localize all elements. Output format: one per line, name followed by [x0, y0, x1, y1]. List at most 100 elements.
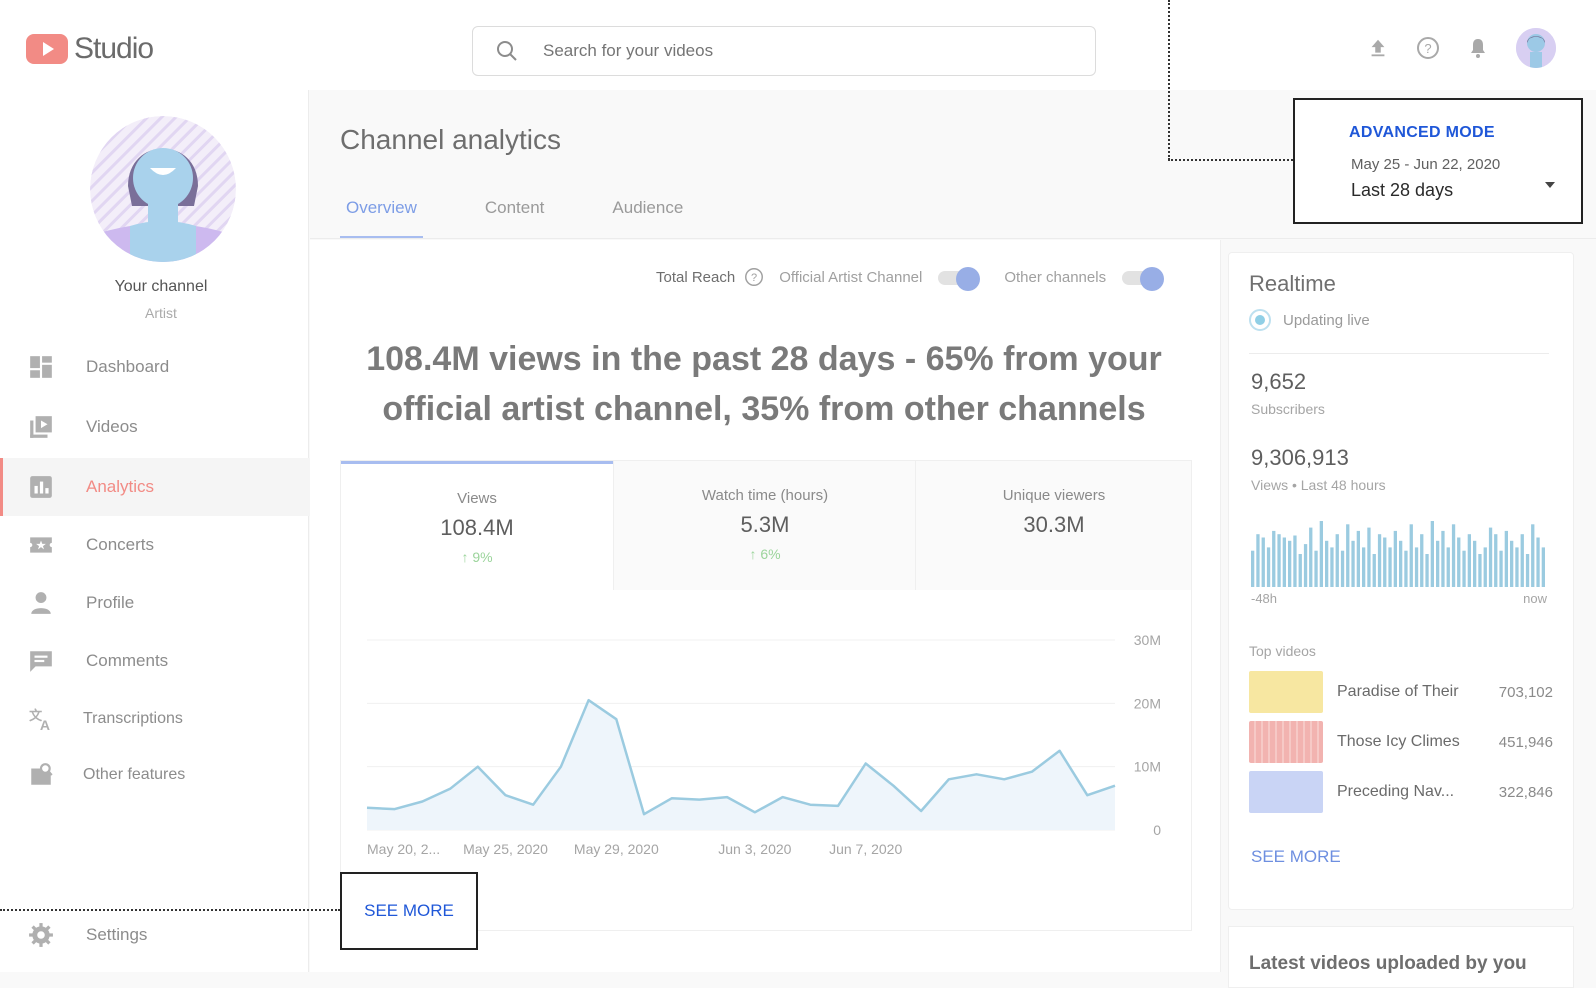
sidebar-item-label: Settings: [86, 925, 148, 944]
studio-logo[interactable]: Studio: [26, 32, 154, 66]
metric-label: Views: [457, 490, 497, 507]
official-channel-toggle[interactable]: [936, 267, 981, 291]
views-point[interactable]: [832, 800, 844, 812]
channel-avatar[interactable]: [90, 116, 236, 262]
views-point[interactable]: [804, 799, 816, 811]
metric-change-value: 6%: [760, 546, 781, 562]
search-bar[interactable]: [472, 26, 1096, 76]
sidebar-item-transcriptions[interactable]: 文A Transcriptions: [0, 690, 308, 748]
advanced-mode-link[interactable]: ADVANCED MODE: [1349, 124, 1495, 142]
help-icon[interactable]: ?: [743, 266, 765, 288]
views-chart: 0 10M 20M 30M May 20, 2... May 25, 2020 May 29…: [361, 632, 1161, 857]
dashboard-icon: [30, 356, 52, 378]
help-icon[interactable]: ?: [1416, 36, 1440, 60]
sidebar-item-profile[interactable]: Profile: [0, 574, 308, 632]
views-point[interactable]: [915, 805, 927, 817]
comment-icon: [30, 651, 52, 672]
logo-text: Studio: [74, 32, 154, 65]
live-indicator: Updating live: [1249, 309, 1370, 331]
views-point[interactable]: [1109, 780, 1121, 792]
video-library-icon: [30, 416, 52, 438]
realtime-bar: [1451, 524, 1456, 587]
realtime-bar: [1478, 554, 1482, 587]
other-channels-toggle[interactable]: [1120, 267, 1165, 291]
see-more-button[interactable]: SEE MORE: [340, 872, 478, 950]
views-point[interactable]: [887, 780, 899, 792]
views-point[interactable]: [860, 758, 872, 770]
views-point[interactable]: [666, 792, 678, 804]
metric-watch-time[interactable]: Watch time (hours) 5.3M ↑ 6%: [613, 461, 916, 591]
views-point[interactable]: [361, 802, 373, 814]
views-point[interactable]: [500, 789, 512, 801]
video-thumbnail: [1249, 721, 1323, 763]
sidebar-item-label: Comments: [86, 651, 169, 670]
realtime-bar: [1282, 537, 1286, 587]
views-point[interactable]: [472, 761, 484, 773]
sidebar-item-settings[interactable]: Settings: [0, 906, 308, 964]
upload-icon[interactable]: [1366, 36, 1390, 60]
sidebar-item-analytics[interactable]: Analytics: [0, 458, 311, 516]
views-point[interactable]: [416, 796, 428, 808]
sidebar-item-label: Videos: [86, 417, 138, 436]
metric-views[interactable]: Views 108.4M ↑ 9%: [341, 461, 613, 594]
subscribers-label: Subscribers: [1251, 401, 1325, 417]
chevron-down-icon[interactable]: [1545, 182, 1555, 188]
channel-type: Artist: [145, 305, 177, 321]
views-point[interactable]: [943, 773, 955, 785]
views-point[interactable]: [527, 799, 539, 811]
views-point[interactable]: [777, 791, 789, 803]
date-range-text: May 25 - Jun 22, 2020: [1351, 156, 1501, 173]
views-point[interactable]: [583, 694, 595, 706]
sidebar-item-videos[interactable]: Videos: [0, 398, 308, 456]
realtime-bar: [1467, 534, 1471, 587]
realtime-see-more-link[interactable]: SEE MORE: [1251, 847, 1341, 867]
tab-overview[interactable]: Overview: [340, 198, 423, 239]
realtime-bar: [1256, 534, 1260, 587]
realtime-bar: [1367, 527, 1371, 587]
metric-value: 108.4M: [440, 515, 514, 540]
sidebar-item-label: Concerts: [86, 535, 155, 554]
views-point[interactable]: [721, 791, 733, 803]
views-point[interactable]: [1026, 766, 1038, 778]
top-video-item[interactable]: Paradise of Their 703,102: [1249, 671, 1553, 713]
top-video-item[interactable]: Preceding Nav... 322,846: [1249, 771, 1553, 813]
sidebar-item-concerts[interactable]: Concerts: [0, 516, 308, 574]
metrics-row: Views 108.4M ↑ 9% Watch time (hours) 5.3…: [340, 460, 1192, 594]
views-point[interactable]: [444, 783, 456, 795]
sidebar-item-other-features[interactable]: Other features: [0, 746, 308, 804]
realtime-bar: [1314, 550, 1318, 587]
realtime-bar: [1251, 550, 1255, 587]
notifications-icon[interactable]: [1466, 36, 1490, 60]
x-tick-label: Jun 3, 2020: [718, 841, 791, 857]
sidebar-item-comments[interactable]: Comments: [0, 632, 308, 690]
realtime-bar: [1399, 540, 1403, 587]
realtime-bar: [1541, 547, 1545, 587]
features-icon: [31, 763, 53, 785]
views-point[interactable]: [693, 794, 705, 806]
tab-audience[interactable]: Audience: [606, 198, 689, 236]
realtime-bar: [1414, 547, 1419, 587]
views-point[interactable]: [998, 773, 1010, 785]
metric-value: 30.3M: [1023, 512, 1085, 537]
subscribers-value: 9,652: [1251, 369, 1307, 394]
tab-content[interactable]: Content: [479, 198, 551, 236]
views-point[interactable]: [638, 808, 650, 820]
period-dropdown[interactable]: Last 28 days: [1351, 180, 1453, 201]
views-point[interactable]: [389, 803, 401, 815]
views-point[interactable]: [1081, 789, 1093, 801]
views-48h-value: 9,306,913: [1251, 445, 1349, 470]
account-avatar[interactable]: [1516, 28, 1556, 68]
sidebar-item-dashboard[interactable]: Dashboard: [0, 338, 308, 396]
video-thumbnail: [1249, 671, 1323, 713]
realtime-bar: [1446, 547, 1450, 587]
top-video-item[interactable]: Those Icy Climes 451,946: [1249, 721, 1553, 763]
realtime-bar: [1272, 530, 1276, 587]
search-input[interactable]: [541, 40, 1065, 62]
other-channels-label: Other channels: [1004, 268, 1107, 286]
views-point[interactable]: [555, 761, 567, 773]
views-point[interactable]: [610, 713, 622, 725]
views-point[interactable]: [970, 768, 982, 780]
views-point[interactable]: [749, 806, 761, 818]
metric-unique-viewers[interactable]: Unique viewers 30.3M: [915, 461, 1192, 591]
views-point[interactable]: [1054, 745, 1066, 757]
